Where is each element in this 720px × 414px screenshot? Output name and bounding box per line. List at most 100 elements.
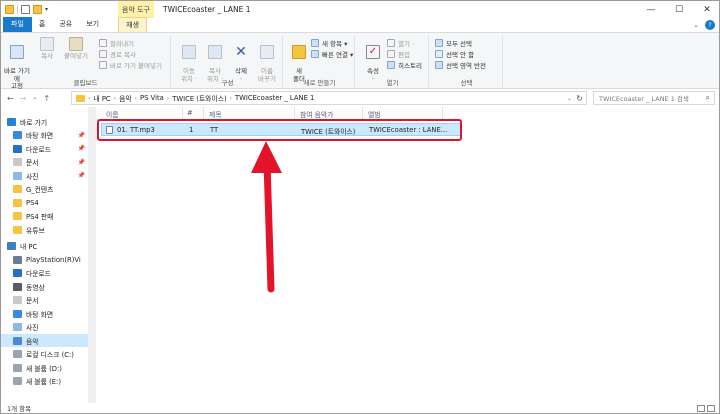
sidebar-item-label: G_컨텐츠 [26,186,54,194]
sidebar-item[interactable]: G_컨텐츠 [1,183,88,196]
sidebar-item[interactable]: 사진 📌 [1,169,88,182]
column-artist[interactable]: 참여 음악가 [300,109,333,119]
column-divider[interactable] [442,107,443,119]
properties-check-icon[interactable] [21,5,30,14]
column-title[interactable]: 제목 [209,109,222,119]
select-all-button[interactable]: 모두 선택 [435,38,472,48]
chevron-down-icon[interactable]: ⌄ [693,21,699,29]
device-icon [13,255,22,264]
breadcrumb-item[interactable]: PS Vita [140,94,164,102]
column-divider[interactable] [362,107,363,119]
easy-access-label: 빠른 연결 ▾ [322,51,354,59]
sidebar-item-label: 로컬 디스크 (C:) [26,351,74,359]
large-icons-view-icon[interactable] [707,405,715,412]
chevron-right-icon[interactable]: › [135,95,137,102]
details-view-icon[interactable] [697,405,705,412]
breadcrumb-item[interactable]: TWICE (트와이스) [172,93,226,103]
sidebar-item[interactable]: 음악 [1,334,88,347]
refresh-icon[interactable]: ↻ [576,94,583,103]
new-item-button[interactable]: 새 항목 ▾ [311,38,347,48]
paste-shortcut-button[interactable]: 바로 가기 붙여넣기 [99,60,162,70]
select-all-icon [435,39,443,47]
chevron-right-icon[interactable]: › [114,95,116,102]
sidebar-item[interactable]: 내 PC [1,240,88,253]
customize-toolbar-icon[interactable]: ▾ [45,6,48,13]
pin-icon[interactable]: 📌 [78,132,85,139]
pin-icon[interactable]: 📌 [78,172,85,179]
folder-icon [13,185,22,193]
maximize-button[interactable]: ☐ [665,1,693,18]
tab-home[interactable]: 홈 [32,17,52,32]
column-name[interactable]: 이름 [106,109,119,119]
back-arrow-icon[interactable]: ← [7,94,14,103]
chevron-right-icon[interactable]: › [230,95,232,102]
help-icon[interactable]: ? [705,20,715,30]
sidebar-item[interactable]: PlayStation(R)Vi [1,253,88,266]
sidebar-item[interactable]: 바탕 화면 📌 [1,129,88,142]
tab-file[interactable]: 파일 [3,17,32,32]
invert-selection-button[interactable]: 선택 영역 반전 [435,60,486,70]
sidebar-item[interactable]: 사진 [1,321,88,334]
edit-button[interactable]: 편집 [387,49,410,59]
title-bar: ▾ 음악 도구 TWICEcoaster _ LANE 1 — ☐ ✕ [1,1,719,18]
sidebar-item[interactable]: 새 볼륨 (D:) [1,361,88,374]
chevron-right-icon[interactable]: › [88,95,90,102]
address-dropdown-icon[interactable]: ⌄ [567,95,572,102]
breadcrumb-item[interactable]: TWICEcoaster _ LANE 1 [235,94,314,102]
up-arrow-icon[interactable]: ↑ [43,94,50,103]
sidebar-item[interactable]: 로컬 디스크 (C:) [1,348,88,361]
column-divider[interactable] [203,107,204,119]
sidebar-item-label: 바로 가기 [20,118,48,127]
sidebar-item[interactable]: 다운로드 📌 [1,142,88,155]
tab-share[interactable]: 공유 [52,17,79,32]
close-button[interactable]: ✕ [693,1,719,18]
column-album[interactable]: 앨범 [368,109,381,119]
breadcrumb-item[interactable]: 내 PC [93,93,110,103]
sidebar-item-label: 문서 [26,159,39,167]
breadcrumb-item[interactable]: 음악 [119,93,132,103]
sidebar-item[interactable]: 바탕 화면 [1,307,88,320]
folder-icon [5,5,14,14]
new-group-label: 새로 만들기 [303,79,336,87]
minimize-button[interactable]: — [637,1,665,18]
chevron-right-icon[interactable]: › [167,95,169,102]
select-none-icon [435,50,443,58]
column-divider[interactable] [294,107,295,119]
tab-play[interactable]: 재생 [118,17,148,32]
sidebar-item[interactable]: 유튜브 [1,223,88,236]
sidebar-item[interactable]: PS4 판매 [1,210,88,223]
sidebar-item-label: 음악 [26,337,39,346]
easy-access-button[interactable]: 빠른 연결 ▾ [311,49,353,59]
address-bar[interactable]: › 내 PC › 음악 › PS Vita › TWICE (트와이스) › T… [71,91,587,105]
window-controls: — ☐ ✕ [637,1,719,18]
forward-arrow-icon[interactable]: → [20,94,27,103]
recent-locations-icon[interactable]: ⌄ [32,94,37,103]
new-folder-icon[interactable] [33,5,42,14]
open-button[interactable]: 열기 · [387,38,414,48]
sidebar-item[interactable]: PS4 [1,196,88,209]
column-number[interactable]: # [187,109,193,117]
download-icon [13,144,22,153]
search-input[interactable]: TWICEcoaster _ LANE 1 검색 ⌕ [593,91,715,105]
select-none-button[interactable]: 선택 안 함 [435,49,474,59]
history-button[interactable]: 히스토리 [387,60,422,70]
pin-icon[interactable]: 📌 [78,159,85,166]
sidebar-item[interactable]: 다운로드 [1,267,88,280]
sidebar-item-label: 문서 [26,297,39,305]
sidebar-item[interactable]: 새 볼륨 (E:) [1,375,88,388]
copy-path-button[interactable]: 경로 복사 [99,49,136,59]
tab-view[interactable]: 보기 [79,17,106,32]
pin-icon[interactable]: 📌 [78,145,85,152]
folder-icon [13,225,22,234]
column-divider[interactable] [182,107,183,119]
nav-pane-scrollbar[interactable] [88,107,96,403]
cut-button[interactable]: 잘라내기 [99,38,134,48]
sidebar-item[interactable]: 동영상 [1,280,88,293]
sidebar-item[interactable]: 문서 [1,294,88,307]
sidebar-item[interactable]: 문서 📌 [1,156,88,169]
paste-icon [69,37,83,51]
sidebar-item[interactable]: 바로 가기 [1,115,88,128]
copy-button[interactable]: 복사 [35,37,59,61]
new-item-icon [311,39,319,47]
paste-button[interactable]: 붙여넣기 [61,37,91,61]
